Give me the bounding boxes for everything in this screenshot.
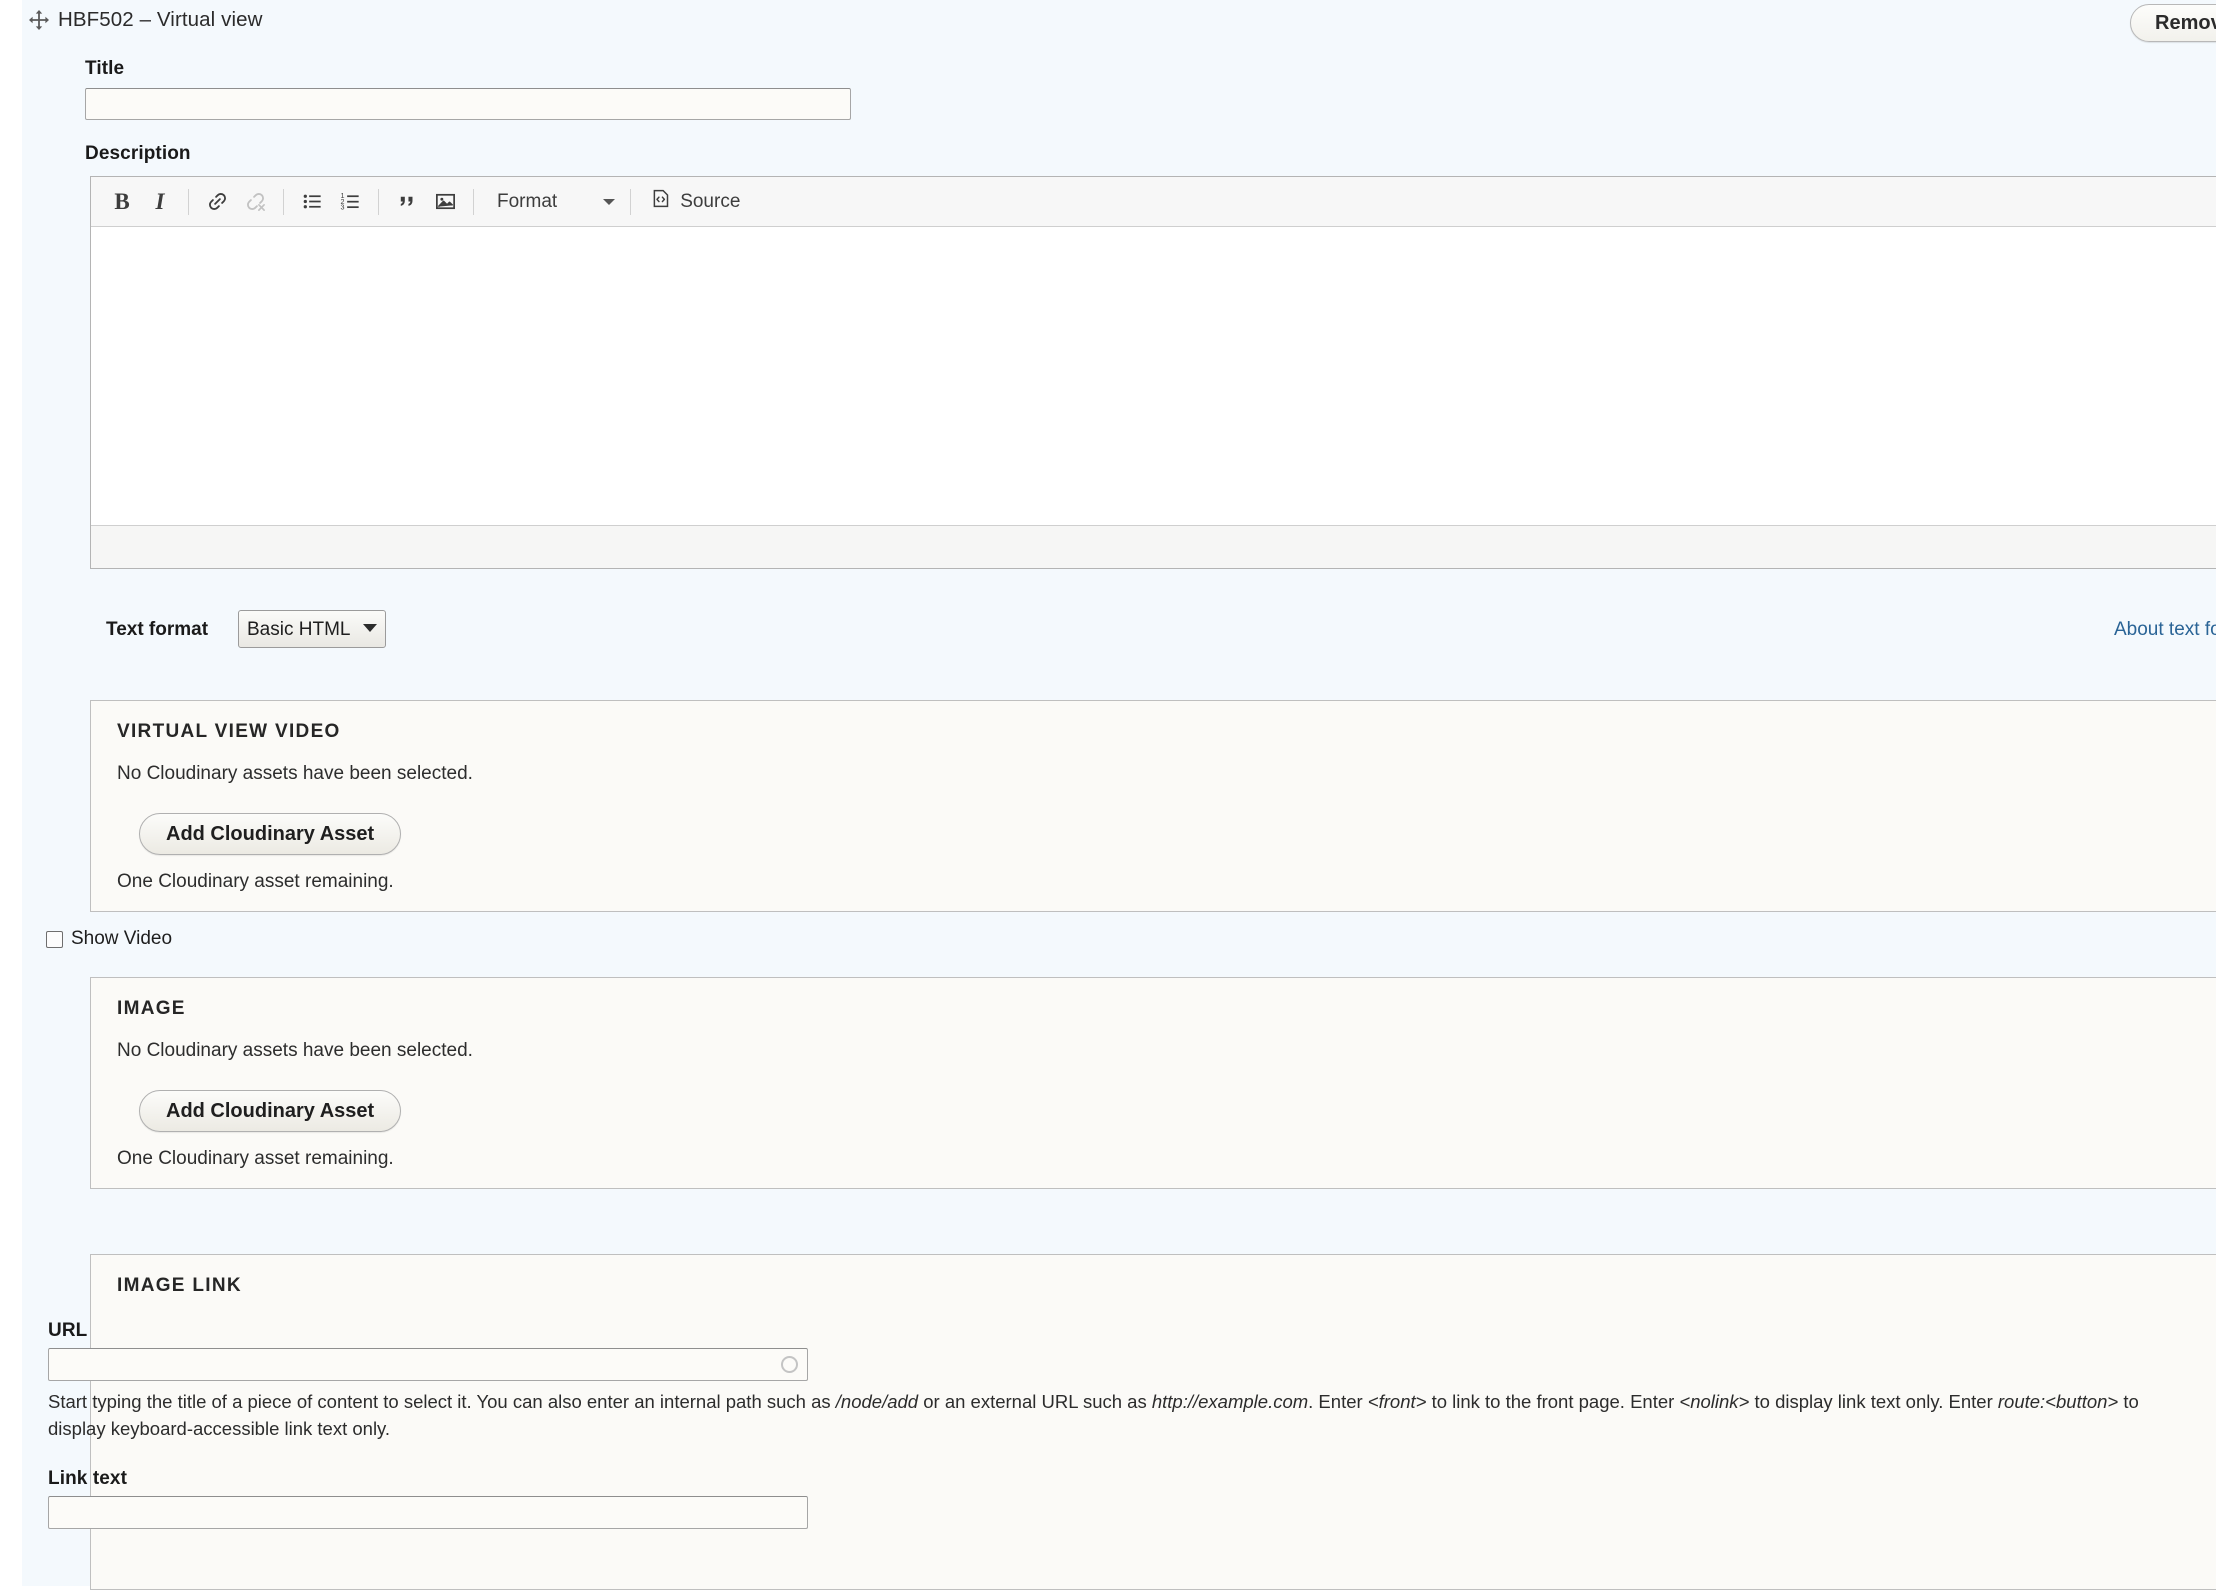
link-text-label: Link text — [48, 1468, 128, 1489]
format-dropdown-label: Format — [497, 190, 558, 212]
text-format-select[interactable]: Basic HTML — [238, 610, 386, 648]
paragraph-edit-form: HBF502 – Virtual view Remove Title Descr… — [22, 0, 2216, 1590]
url-desc-p1: Start typing the title of a piece of con… — [48, 1391, 836, 1412]
url-desc-p3: . Enter — [1308, 1391, 1368, 1412]
svg-text:3: 3 — [340, 204, 344, 212]
url-desc-i5: route:<button> — [1997, 1391, 2119, 1412]
url-desc-i3: <front> — [1367, 1391, 1427, 1412]
virtual-view-video-fieldset: VIRTUAL VIEW VIDEO No Cloudinary assets … — [90, 700, 2216, 912]
image-icon[interactable] — [426, 183, 464, 221]
url-desc-i2: http://example.com — [1151, 1391, 1309, 1412]
editor-resize-bar[interactable] — [91, 525, 2216, 568]
url-desc-p4: to link to the front page. Enter — [1426, 1391, 1680, 1412]
toolbar-separator — [283, 188, 284, 215]
show-video-checkbox[interactable] — [46, 930, 63, 948]
toolbar-separator — [378, 188, 379, 215]
image-legend: IMAGE — [117, 998, 186, 1019]
toolbar-separator — [473, 188, 474, 215]
virtual-view-video-empty-text: No Cloudinary assets have been selected. — [117, 763, 473, 784]
editor-content-area[interactable] — [91, 227, 2216, 525]
source-button[interactable]: Source — [640, 183, 750, 221]
title-input[interactable] — [85, 88, 851, 120]
virtual-view-video-remaining-text: One Cloudinary asset remaining. — [117, 871, 394, 892]
paragraph-header: HBF502 – Virtual view Remove — [22, 0, 2216, 44]
add-cloudinary-asset-button-video[interactable]: Add Cloudinary Asset — [139, 813, 402, 855]
editor-toolbar: B I 1 2 3 Format Source — [91, 177, 2216, 227]
image-remaining-text: One Cloudinary asset remaining. — [117, 1148, 394, 1169]
virtual-view-video-legend: VIRTUAL VIEW VIDEO — [117, 721, 341, 742]
title-label: Title — [85, 58, 125, 79]
show-video-row: Show Video — [46, 928, 172, 950]
bold-button[interactable]: B — [103, 183, 141, 221]
show-video-label[interactable]: Show Video — [71, 928, 172, 950]
paragraph-title: HBF502 – Virtual view — [58, 8, 263, 31]
chevron-down-icon — [603, 198, 616, 205]
description-label: Description — [85, 143, 191, 164]
url-desc-i4: <nolink> — [1679, 1391, 1750, 1412]
url-field-wrapper — [48, 1348, 808, 1381]
url-description: Start typing the title of a piece of con… — [48, 1388, 2196, 1442]
text-format-row: Text format Basic HTML About text format… — [90, 602, 2216, 662]
numbered-list-icon[interactable]: 1 2 3 — [331, 183, 369, 221]
url-desc-i1: /node/add — [835, 1391, 919, 1412]
italic-button[interactable]: I — [141, 183, 179, 221]
blockquote-icon[interactable] — [388, 183, 426, 221]
source-code-icon — [650, 188, 671, 215]
url-label: URL — [48, 1320, 88, 1341]
move-cross-icon[interactable] — [26, 7, 52, 33]
toolbar-separator — [188, 188, 189, 215]
format-dropdown[interactable]: Format — [483, 183, 621, 221]
text-format-label: Text format — [106, 619, 209, 640]
image-link-legend: IMAGE LINK — [117, 1275, 242, 1296]
remove-button[interactable]: Remove — [2130, 4, 2216, 42]
rich-text-editor: B I 1 2 3 Format Source — [90, 176, 2216, 569]
link-icon[interactable] — [198, 183, 236, 221]
bulleted-list-icon[interactable] — [293, 183, 331, 221]
url-desc-p2: or an external URL such as — [918, 1391, 1152, 1412]
url-input[interactable] — [48, 1348, 808, 1381]
unlink-icon — [236, 183, 274, 221]
link-text-input[interactable] — [48, 1496, 808, 1529]
image-empty-text: No Cloudinary assets have been selected. — [117, 1040, 473, 1061]
left-gutter — [0, 0, 22, 1586]
source-button-label: Source — [680, 190, 741, 212]
add-cloudinary-asset-button-image[interactable]: Add Cloudinary Asset — [139, 1090, 402, 1132]
about-text-formats-link[interactable]: About text formats — [2114, 619, 2216, 641]
toolbar-separator — [630, 188, 632, 215]
url-desc-p5: to display link text only. Enter — [1749, 1391, 1998, 1412]
image-fieldset: IMAGE No Cloudinary assets have been sel… — [90, 977, 2216, 1189]
